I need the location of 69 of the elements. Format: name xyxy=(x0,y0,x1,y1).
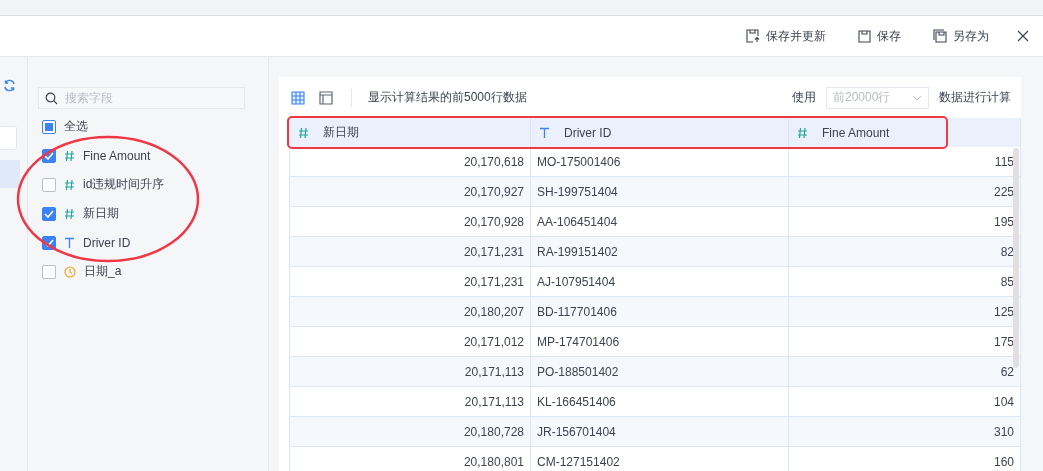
hash-icon xyxy=(64,149,75,162)
table-cell: 20,171,113 xyxy=(290,387,531,417)
table-cell: 20,170,618 xyxy=(290,147,531,177)
checkbox[interactable] xyxy=(42,206,56,221)
toolbar-button[interactable]: 保存并更新 xyxy=(742,27,830,45)
checkbox[interactable] xyxy=(42,119,56,134)
table-cell: 175 xyxy=(789,327,1021,357)
chevron-icon xyxy=(912,94,922,101)
search-icon xyxy=(45,92,58,105)
table-cell: 85 xyxy=(789,267,1021,297)
hash-icon xyxy=(64,178,75,191)
table-cell: 310 xyxy=(789,417,1021,447)
column-header[interactable]: Driver ID xyxy=(531,118,789,147)
table-cell: 20,180,728 xyxy=(290,417,531,447)
hash-icon xyxy=(64,207,75,220)
field-name: 新日期 xyxy=(83,205,119,222)
selected-item xyxy=(0,160,20,188)
scrollbar[interactable] xyxy=(1013,148,1019,368)
table-cell: 20,180,207 xyxy=(290,297,531,327)
compute-label: 数据进行计算 xyxy=(939,89,1011,106)
hash-icon xyxy=(298,126,309,139)
search-field[interactable]: 搜索字段 xyxy=(38,87,245,109)
column-header[interactable]: Fine Amount xyxy=(789,118,1021,147)
table-cell: 82 xyxy=(789,237,1021,267)
field-name: id违规时间升序 xyxy=(83,176,165,193)
select-all-label: 全选 xyxy=(64,118,88,135)
checkbox[interactable] xyxy=(42,264,56,279)
table-cell: 125 xyxy=(789,297,1021,327)
table-cell: 20,171,012 xyxy=(290,327,531,357)
table-cell: 104 xyxy=(789,387,1021,417)
table-cell: 225 xyxy=(789,177,1021,207)
table-cell: JR-156701404 xyxy=(531,417,789,447)
refresh-icon[interactable] xyxy=(3,79,16,92)
table-cell: 20,171,113 xyxy=(290,357,531,387)
table-cell: AA-106451404 xyxy=(531,207,789,237)
layout-view-tab[interactable] xyxy=(317,88,335,107)
save-icon xyxy=(858,29,871,43)
clock-icon xyxy=(64,265,76,278)
text-type-icon xyxy=(539,126,550,139)
table-cell: 62 xyxy=(789,357,1021,387)
table-cell: 115 xyxy=(789,147,1021,177)
field-name: Driver ID xyxy=(83,235,131,250)
field-name: 日期_a xyxy=(84,263,122,280)
table-cell: 195 xyxy=(789,207,1021,237)
text-type-icon xyxy=(64,236,75,249)
column-header[interactable]: 新日期 xyxy=(290,118,531,147)
table-cell: 20,170,928 xyxy=(290,207,531,237)
save-as-icon xyxy=(933,29,947,43)
table-cell: 20,171,231 xyxy=(290,267,531,297)
close-icon[interactable] xyxy=(1017,30,1029,42)
table-cell: 20,170,927 xyxy=(290,177,531,207)
table-cell: KL-166451406 xyxy=(531,387,789,417)
field-name: Fine Amount xyxy=(83,148,151,163)
toolbar-button[interactable]: 另存为 xyxy=(929,27,993,45)
save-upload-icon xyxy=(746,29,760,43)
table-cell: 20,171,231 xyxy=(290,237,531,267)
use-label: 使用 xyxy=(792,89,816,106)
table-cell: AJ-107951404 xyxy=(531,267,789,297)
checkbox[interactable] xyxy=(42,177,56,192)
table-cell: RA-199151402 xyxy=(531,237,789,267)
toolbar-button[interactable]: 保存 xyxy=(854,27,905,45)
table-cell: PO-188501402 xyxy=(531,357,789,387)
row-limit-notice: 显示计算结果的前5000行数据 xyxy=(368,89,527,106)
table-cell: SH-199751404 xyxy=(531,177,789,207)
hash-icon xyxy=(797,126,808,139)
table-cell: MO-175001406 xyxy=(531,147,789,177)
table-cell: BD-117701406 xyxy=(531,297,789,327)
table-cell: MP-174701406 xyxy=(531,327,789,357)
grid-view-tab[interactable] xyxy=(289,88,307,107)
